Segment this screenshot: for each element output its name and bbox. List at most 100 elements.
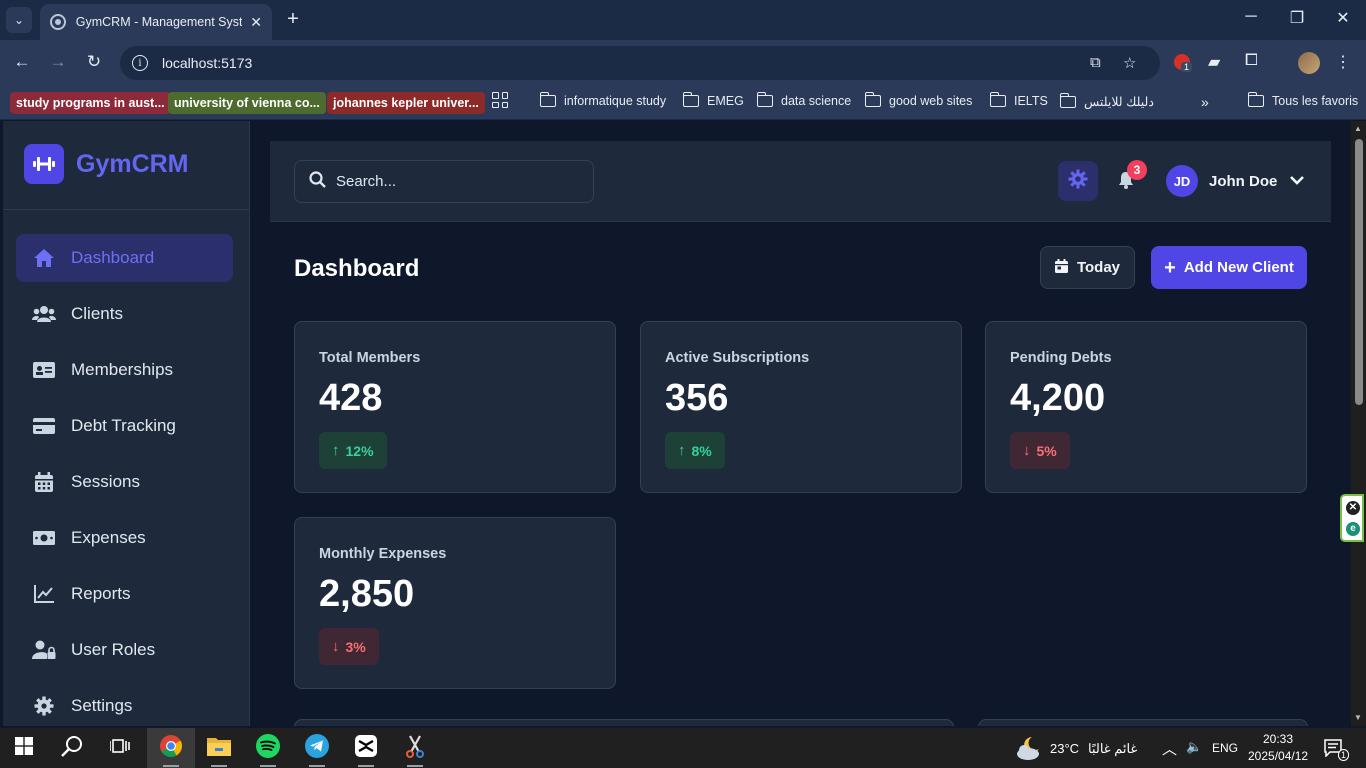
all-bookmarks-folder[interactable]: Tous les favoris bbox=[1247, 92, 1358, 108]
add-client-button[interactable]: + Add New Client bbox=[1151, 246, 1307, 289]
folder-icon bbox=[864, 92, 881, 107]
scrollbar-thumb[interactable] bbox=[1355, 139, 1363, 405]
site-info-icon[interactable]: i bbox=[132, 55, 148, 71]
close-window-button[interactable]: ✕ bbox=[1328, 8, 1358, 28]
windows-taskbar: 23°C غائم غالبًا ︿ 🔈 ENG 20:33 2025/04/1… bbox=[0, 728, 1366, 768]
bookmark-folder[interactable]: good web sites bbox=[864, 92, 972, 108]
sidebar-item-expenses[interactable]: Expenses bbox=[16, 514, 233, 562]
url-text: localhost:5173 bbox=[162, 55, 253, 71]
brand[interactable]: GymCRM bbox=[24, 144, 189, 184]
sidebar-item-debt-tracking[interactable]: Debt Tracking bbox=[16, 402, 233, 450]
tab-search-button[interactable]: ⌄ bbox=[6, 7, 32, 33]
bookmark-folder[interactable]: informatique study bbox=[539, 92, 666, 108]
chevron-down-icon bbox=[1289, 172, 1305, 190]
avatar: JD bbox=[1166, 165, 1198, 197]
extensions-puzzle-icon[interactable]: ⧠ bbox=[1245, 52, 1258, 70]
speaker-icon[interactable]: 🔈 bbox=[1186, 739, 1202, 755]
bookmark-chip[interactable]: university of vienna co... bbox=[168, 92, 326, 114]
clock-date[interactable]: 2025/04/12 bbox=[1248, 749, 1308, 763]
weather-condition[interactable]: غائم غالبًا bbox=[1088, 741, 1137, 757]
e-extension-icon[interactable]: e bbox=[1346, 522, 1360, 536]
top-header: 3 JD John Doe bbox=[270, 141, 1331, 222]
today-button[interactable]: Today bbox=[1040, 246, 1135, 289]
search-icon bbox=[61, 735, 83, 762]
theme-toggle-button[interactable] bbox=[1058, 161, 1098, 201]
folder-icon bbox=[1247, 92, 1264, 107]
bookmark-chip[interactable]: study programs in aust... bbox=[10, 92, 171, 114]
spotify-taskbar-app[interactable] bbox=[244, 728, 292, 768]
restore-button[interactable]: ❐ bbox=[1282, 8, 1312, 28]
arrow-up-icon: ↑ bbox=[332, 442, 340, 459]
bookmark-star-icon[interactable]: ☆ bbox=[1123, 54, 1136, 72]
apps-grid-icon[interactable] bbox=[492, 92, 508, 108]
folder-icon bbox=[207, 736, 231, 761]
sidebar-item-user-roles[interactable]: User Roles bbox=[16, 626, 233, 674]
search-box[interactable] bbox=[294, 160, 594, 203]
sidebar-item-settings[interactable]: Settings bbox=[16, 682, 233, 726]
stat-label: Pending Debts bbox=[1010, 350, 1112, 366]
search-button[interactable] bbox=[48, 728, 96, 768]
sidebar: GymCRM Dashboard Clients Memberships Deb… bbox=[3, 121, 250, 726]
weather-icon[interactable] bbox=[1014, 735, 1044, 766]
scroll-up-icon[interactable]: ▲ bbox=[1354, 124, 1362, 133]
back-button[interactable]: ← bbox=[10, 52, 34, 72]
floating-widget[interactable]: ✕ e bbox=[1340, 494, 1364, 542]
scroll-down-icon[interactable]: ▼ bbox=[1354, 713, 1362, 722]
search-input[interactable] bbox=[336, 173, 576, 190]
stat-card-total-members: Total Members 428 ↑ 12% bbox=[294, 321, 616, 493]
gear-icon bbox=[32, 694, 56, 718]
sidebar-item-dashboard[interactable]: Dashboard bbox=[16, 234, 233, 282]
chrome-taskbar-app[interactable] bbox=[147, 728, 195, 768]
brand-name: GymCRM bbox=[76, 149, 189, 178]
minimize-button[interactable]: ─ bbox=[1236, 8, 1266, 26]
forward-button[interactable]: → bbox=[46, 52, 70, 72]
main-content: 3 JD John Doe Dashboard Today + Add New … bbox=[250, 121, 1351, 726]
weather-temperature[interactable]: 23°C bbox=[1050, 741, 1079, 756]
user-name: John Doe bbox=[1209, 172, 1278, 190]
translate-icon[interactable]: ⧉ bbox=[1090, 54, 1101, 71]
telegram-taskbar-app[interactable] bbox=[293, 728, 341, 768]
trend-badge: ↑ 12% bbox=[319, 432, 387, 469]
reload-button[interactable]: ↻ bbox=[82, 52, 106, 72]
bookmark-folder[interactable]: دليلك للايلتس bbox=[1059, 92, 1154, 109]
calendar-icon bbox=[32, 470, 56, 494]
sidebar-item-reports[interactable]: Reports bbox=[16, 570, 233, 618]
browser-menu-icon[interactable]: ⋮ bbox=[1335, 52, 1351, 72]
profile-avatar[interactable] bbox=[1298, 52, 1320, 74]
start-button[interactable] bbox=[0, 728, 48, 768]
address-bar[interactable]: i localhost:5173 ⧉ ☆ bbox=[120, 46, 1160, 80]
page-title: Dashboard bbox=[294, 255, 420, 282]
add-client-label: Add New Client bbox=[1183, 259, 1294, 276]
more-bookmarks-icon[interactable]: » bbox=[1201, 94, 1209, 110]
capcut-taskbar-app[interactable] bbox=[342, 728, 390, 768]
gymcrm-app: GymCRM Dashboard Clients Memberships Deb… bbox=[3, 121, 1351, 726]
snipping-tool-taskbar-app[interactable] bbox=[391, 728, 439, 768]
tab-close-icon[interactable]: ✕ bbox=[250, 14, 262, 31]
sidebar-item-clients[interactable]: Clients bbox=[16, 290, 233, 338]
input-language[interactable]: ENG bbox=[1212, 741, 1238, 755]
sidebar-item-sessions[interactable]: Sessions bbox=[16, 458, 233, 506]
folder-icon bbox=[1059, 92, 1076, 108]
trend-badge: ↓ 3% bbox=[319, 628, 379, 665]
bookmark-folder[interactable]: IELTS bbox=[989, 92, 1048, 108]
sidebar-item-label: User Roles bbox=[71, 640, 156, 659]
task-view-button[interactable] bbox=[96, 728, 144, 768]
bookmark-folder[interactable]: data science bbox=[756, 92, 851, 108]
calendar-day-icon bbox=[1054, 258, 1068, 277]
user-menu[interactable]: JD John Doe bbox=[1166, 165, 1305, 197]
clock-time[interactable]: 20:33 bbox=[1263, 732, 1293, 746]
bookmark-chip[interactable]: johannes kepler univer... bbox=[327, 92, 485, 114]
sidebar-item-memberships[interactable]: Memberships bbox=[16, 346, 233, 394]
browser-tab[interactable]: GymCRM - Management System ✕ bbox=[40, 4, 272, 40]
new-tab-button[interactable]: + bbox=[282, 8, 304, 30]
page-scrollbar[interactable]: ▲ ▼ bbox=[1351, 121, 1366, 726]
chrome-icon bbox=[159, 734, 183, 763]
close-icon[interactable]: ✕ bbox=[1346, 501, 1360, 515]
sidebar-item-label: Reports bbox=[71, 584, 131, 603]
plus-icon: + bbox=[1164, 256, 1176, 279]
extension-dark-icon[interactable]: ▰ bbox=[1208, 52, 1220, 72]
sun-gear-icon bbox=[1068, 169, 1088, 194]
file-explorer-taskbar-app[interactable] bbox=[195, 728, 243, 768]
chevron-up-icon[interactable]: ︿ bbox=[1162, 738, 1177, 759]
bookmark-folder[interactable]: EMEG bbox=[682, 92, 744, 108]
